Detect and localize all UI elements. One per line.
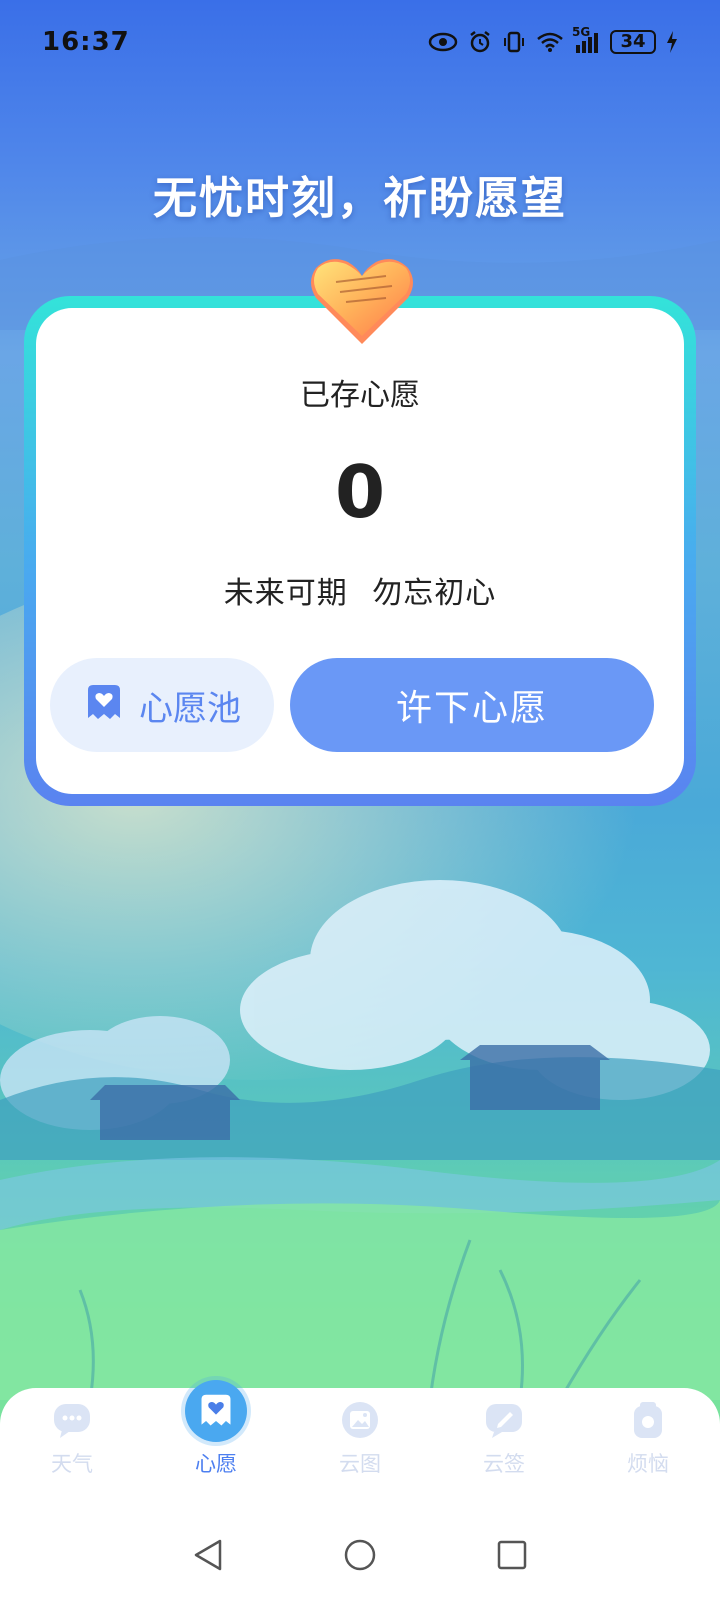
tab-weather[interactable]: 天气 [0, 1388, 144, 1498]
alarm-icon [468, 30, 492, 54]
tab-wish[interactable]: 心愿 [144, 1380, 288, 1498]
chat-bubble-icon [50, 1398, 94, 1442]
wish-card: 已存心愿 0 未来可期 勿忘初心 心愿池 许下心愿 [36, 308, 684, 794]
wish-motto: 未来可期 勿忘初心 [223, 576, 497, 611]
status-bar: 16:37 5G 34 [0, 0, 720, 84]
make-wish-button[interactable]: 许下心愿 [290, 658, 654, 752]
bag-icon [626, 1398, 670, 1442]
wish-pool-label: 心愿池 [139, 688, 241, 729]
ghost-heart-icon [83, 682, 125, 728]
wish-pool-button[interactable]: 心愿池 [50, 658, 274, 752]
tab-label-weather: 天气 [51, 1452, 93, 1476]
wish-card-frame: 已存心愿 0 未来可期 勿忘初心 心愿池 许下心愿 [24, 296, 696, 806]
tab-list: 天气 心愿 云图 云签 烦恼 [0, 1380, 720, 1498]
vibrate-icon [502, 30, 526, 54]
status-icons: 5G 34 [428, 25, 678, 54]
back-icon[interactable] [188, 1535, 228, 1575]
charging-icon [666, 31, 678, 53]
tab-label-cloud-image: 云图 [339, 1452, 381, 1476]
tab-label-worries: 烦恼 [627, 1452, 669, 1476]
tab-cloud-image[interactable]: 云图 [288, 1388, 432, 1498]
signal-icon: 5G [572, 25, 600, 53]
battery-icon: 34 [610, 30, 656, 54]
saved-wishes-label: 已存心愿 [300, 378, 420, 413]
tab-worries[interactable]: 烦恼 [576, 1388, 720, 1498]
eye-icon [428, 31, 458, 53]
status-time: 16:37 [42, 27, 130, 57]
tab-label-wish: 心愿 [195, 1452, 237, 1476]
recents-icon[interactable] [492, 1535, 532, 1575]
image-icon [338, 1398, 382, 1442]
tab-cloud-sign[interactable]: 云签 [432, 1388, 576, 1498]
heart-badge-icon [311, 259, 413, 344]
system-nav-bar [0, 1500, 720, 1610]
tab-label-cloud-sign: 云签 [483, 1452, 525, 1476]
ghost-heart-icon [185, 1380, 247, 1442]
page-headline: 无忧时刻，祈盼愿望 [153, 173, 567, 224]
pencil-note-icon [482, 1398, 526, 1442]
saved-wishes-count: 0 [334, 450, 386, 534]
wifi-icon [536, 31, 564, 53]
network-type: 5G [572, 25, 591, 39]
home-icon[interactable] [340, 1535, 380, 1575]
